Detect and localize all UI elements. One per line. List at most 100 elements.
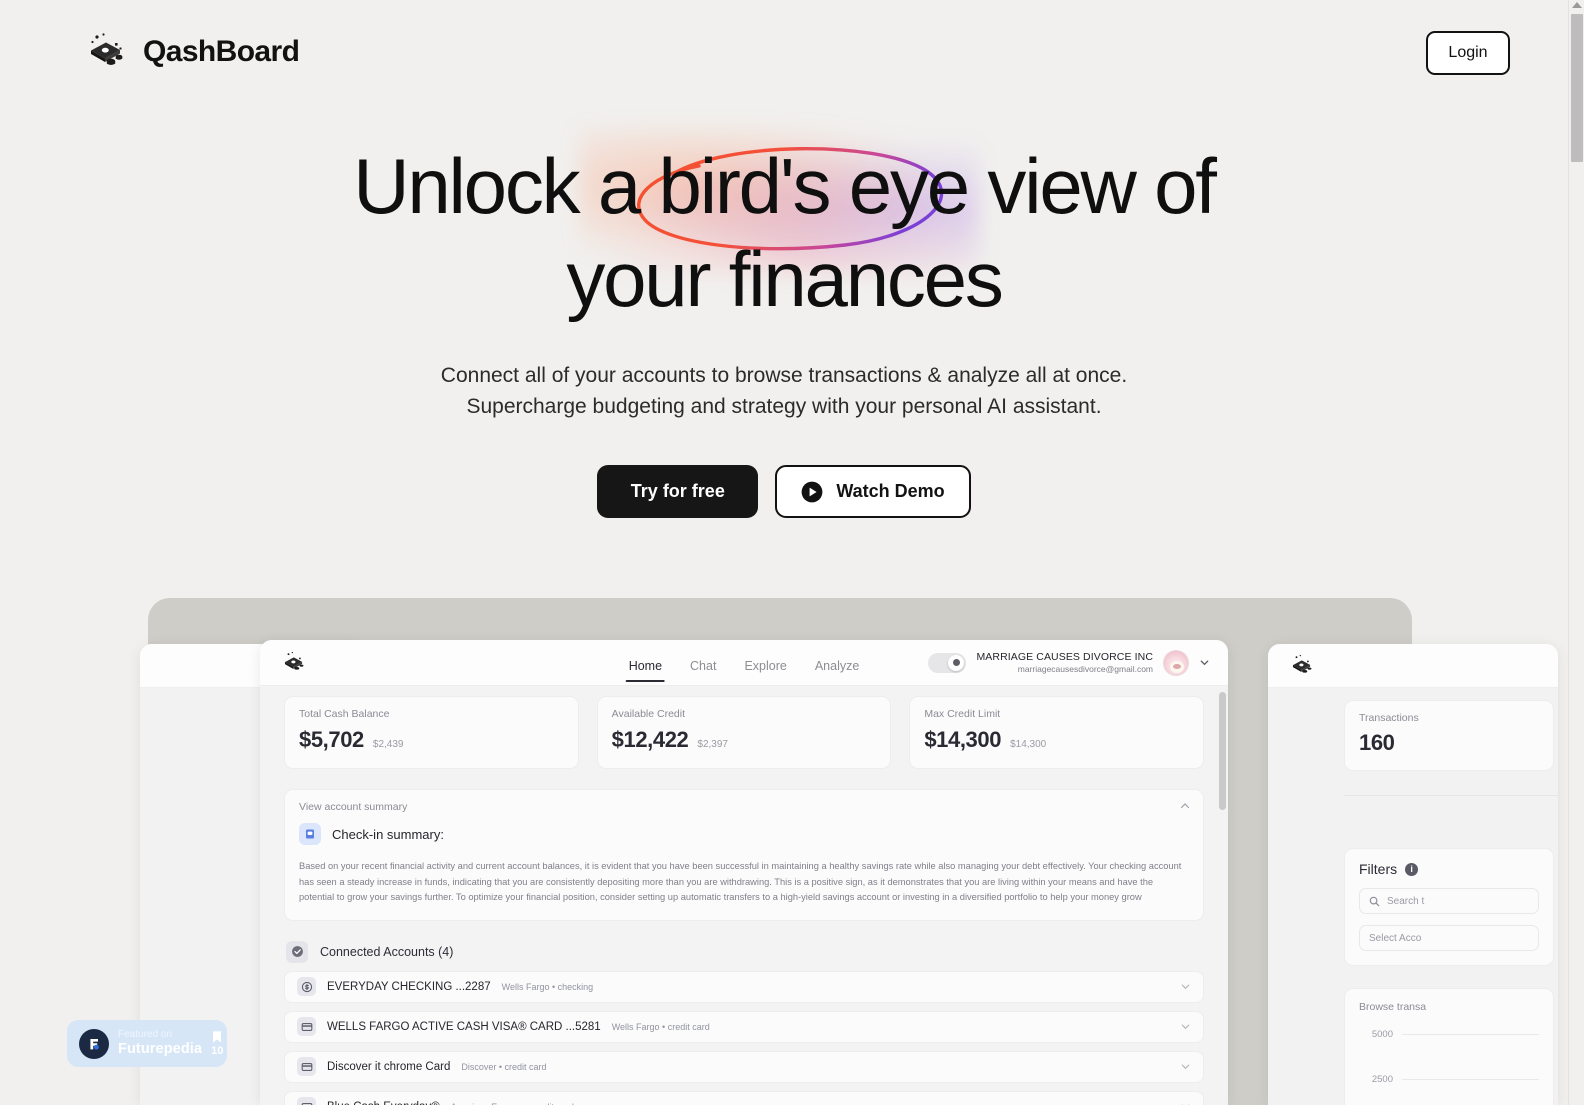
chevron-down-icon[interactable] [1180,1021,1191,1032]
scroll-up-arrow-icon[interactable] [1572,2,1582,8]
site-header: QashBoard Login [0,0,1568,108]
list-item[interactable]: WELLS FARGO ACTIVE CASH VISA® CARD ...52… [284,1010,1204,1043]
tab-chat[interactable]: Chat [690,659,716,686]
account-name: WELLS FARGO ACTIVE CASH VISA® CARD ...52… [327,1020,601,1033]
headline-wrapper: Unlock a bird's eye view of your finance… [279,128,1289,326]
transactions-label: Transactions [1359,712,1419,724]
check-circle-icon [286,940,308,963]
app-scrollbar[interactable] [1219,688,1226,1101]
stat-label: Total Cash Balance [299,708,390,720]
futurepedia-featured-label: Featured on [118,1029,172,1041]
user-org-name: MARRIAGE CAUSES DIVORCE INC [976,650,1153,663]
account-meta: Wells Fargo • credit card [611,1021,710,1032]
theme-toggle[interactable] [928,652,967,673]
login-button[interactable]: Login [1426,31,1510,75]
stat-subvalue: $14,300 [1010,739,1047,750]
stat-label: Max Credit Limit [924,708,1001,720]
credit-card-icon [297,1017,316,1036]
bookmark-icon [213,1031,222,1043]
product-showcase: Transactions 160 Filters i Search t Sele… [140,598,1558,1105]
app-content: Total Cash Balance $5,702 $2,439 Availab… [260,686,1228,1105]
futurepedia-badge[interactable]: Featured on Futurepedia 10 [67,1020,227,1067]
stat-card-available-credit: Available Credit $12,422 $2,397 [596,696,892,769]
chevron-down-icon[interactable] [1180,1061,1191,1072]
stat-subvalue: $2,397 [697,739,728,750]
account-summary-card: View account summary Check-in summary: B… [284,789,1204,921]
app-topbar: Home Chat Explore Analyze MARRIAGE CAUSE… [260,640,1228,686]
list-item[interactable]: Discover it chrome Card Discover • credi… [284,1050,1204,1083]
chart-axis-tick: 5000 [1371,1029,1393,1040]
chevron-down-icon[interactable] [1180,981,1191,992]
tab-analyze[interactable]: Analyze [815,659,859,686]
browser-scrollbar[interactable] [1568,0,1584,1105]
account-meta: American Express • credit card [451,1102,574,1105]
list-item[interactable]: EVERYDAY CHECKING ...2287 Wells Fargo • … [284,970,1204,1003]
watch-demo-button[interactable]: Watch Demo [775,465,971,518]
user-menu[interactable]: MARRIAGE CAUSES DIVORCE INC marriagecaus… [928,649,1210,676]
account-name: Discover it chrome Card [327,1060,451,1073]
cash-stack-icon [91,33,123,65]
brand-name: QashBoard [143,35,300,68]
stat-value: $12,422 [611,727,689,752]
list-item[interactable]: Blue Cash Everyday® American Express • c… [284,1090,1204,1105]
summary-body-text: Based on your recent financial activity … [299,861,1182,902]
transactions-value: 160 [1359,730,1395,755]
chevron-down-icon[interactable] [1180,1101,1191,1105]
hero-subheadline-line1: Connect all of your accounts to browse t… [440,364,1128,387]
cash-stack-icon [1292,654,1312,673]
right-preview-window: Transactions 160 Filters i Search t Sele… [1268,644,1558,1105]
user-email: marriagecausesdivorce@gmail.com [1017,663,1153,674]
watch-demo-label: Watch Demo [836,481,945,501]
stat-label: Available Credit [611,708,686,720]
credit-card-icon [301,1062,312,1071]
chevron-up-icon[interactable] [1179,800,1191,812]
scrollbar-thumb[interactable] [1571,14,1583,162]
view-account-summary-label[interactable]: View account summary [299,801,1189,813]
stat-card-max-credit-limit: Max Credit Limit $14,300 $14,300 [909,696,1205,769]
stat-value: $5,702 [299,727,364,752]
check-circle-icon [291,946,303,957]
credit-card-icon [297,1097,316,1105]
stat-card-total-cash-balance: Total Cash Balance $5,702 $2,439 [284,696,579,769]
document-icon [306,829,314,839]
page-title: Unlock a bird's eye view of your finance… [353,142,1217,323]
right-window-topbar [1268,644,1558,688]
avatar [1163,649,1189,676]
divider [1344,795,1558,796]
account-meta: Wells Fargo • checking [501,981,594,992]
stat-value: $14,300 [924,727,1002,752]
hero-subheadline: Connect all of your accounts to browse t… [0,360,1568,422]
landing-page: QashBoard Login Unlock a bird's eye view… [0,0,1584,1105]
info-icon[interactable]: i [1405,862,1419,876]
select-account-dropdown[interactable]: Select Acco [1359,925,1539,951]
connected-accounts-title: Connected Accounts (4) [320,944,454,959]
browse-chart-title: Browse transa [1359,1001,1427,1013]
select-account-placeholder: Select Acco [1369,932,1422,944]
search-input[interactable]: Search t [1359,888,1539,914]
chart-gridline: 5000 [1359,1029,1539,1040]
chart-axis-tick: 2500 [1371,1074,1393,1085]
search-icon [1369,896,1380,906]
summary-badge-icon [299,823,321,845]
tab-explore[interactable]: Explore [744,659,786,686]
futurepedia-f-icon [90,1038,99,1050]
brand-logo[interactable]: QashBoard [86,30,300,74]
futurepedia-bookmark-group[interactable]: 10 [211,1030,223,1057]
filters-card: Filters i Search t Select Acco [1344,848,1554,966]
cta-row: Try for free Watch Demo [0,465,1568,518]
stats-row: Total Cash Balance $5,702 $2,439 Availab… [284,696,1205,769]
account-name: Blue Cash Everyday® [327,1101,440,1105]
futurepedia-name: Futurepedia [118,1040,203,1057]
futurepedia-logo-icon [79,1028,109,1059]
credit-card-icon [301,1022,312,1031]
try-for-free-button[interactable]: Try for free [597,465,759,518]
chevron-down-icon[interactable] [1199,657,1210,668]
hero-subheadline-line2: Supercharge budgeting and strategy with … [466,395,1102,418]
sun-icon [948,654,965,671]
right-window-body: Transactions 160 Filters i Search t Sele… [1268,688,1558,1105]
futurepedia-count: 10 [211,1045,224,1057]
search-placeholder: Search t [1387,895,1425,907]
tab-home[interactable]: Home [625,659,666,686]
chart-gridline: 2500 [1359,1074,1539,1085]
account-meta: Discover • credit card [461,1061,547,1072]
